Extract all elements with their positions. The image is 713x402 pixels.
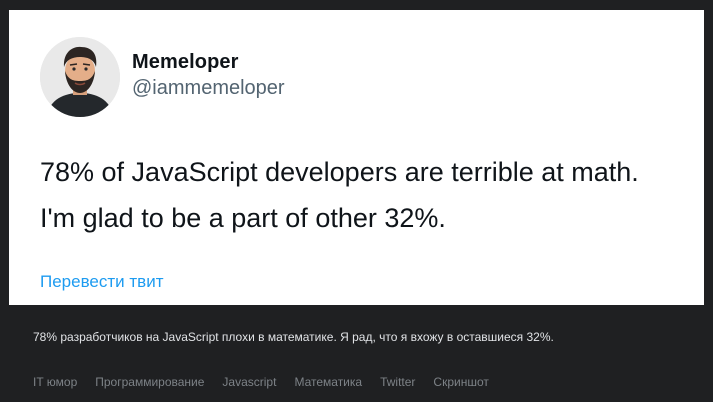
tag-it-humor[interactable]: IT юмор bbox=[33, 375, 77, 389]
tweet-text-line: 78% of JavaScript developers are terribl… bbox=[40, 157, 639, 187]
avatar[interactable] bbox=[40, 37, 120, 117]
tweet-text: 78% of JavaScript developers are terribl… bbox=[40, 149, 700, 241]
tag-javascript[interactable]: Javascript bbox=[222, 375, 276, 389]
tag-twitter[interactable]: Twitter bbox=[380, 375, 415, 389]
tag-mathematics[interactable]: Математика bbox=[294, 375, 362, 389]
post-page: Memeloper @iammemeloper 78% of JavaScrip… bbox=[0, 0, 713, 402]
tag-screenshot[interactable]: Скриншот bbox=[433, 375, 488, 389]
tag-programming[interactable]: Программирование bbox=[95, 375, 204, 389]
translate-tweet-link[interactable]: Перевести твит bbox=[40, 272, 163, 292]
tweet-screenshot: Memeloper @iammemeloper 78% of JavaScrip… bbox=[9, 10, 704, 305]
tweet-text-line: I'm glad to be a part of other 32%. bbox=[40, 203, 446, 233]
post-caption: 78% разработчиков на JavaScript плохи в … bbox=[33, 330, 554, 344]
user-name[interactable]: Memeloper bbox=[132, 51, 239, 74]
post-tags: IT юмор Программирование Javascript Мате… bbox=[33, 375, 489, 389]
user-handle[interactable]: @iammemeloper bbox=[132, 77, 285, 100]
bearded-man-avatar-icon bbox=[40, 37, 120, 117]
